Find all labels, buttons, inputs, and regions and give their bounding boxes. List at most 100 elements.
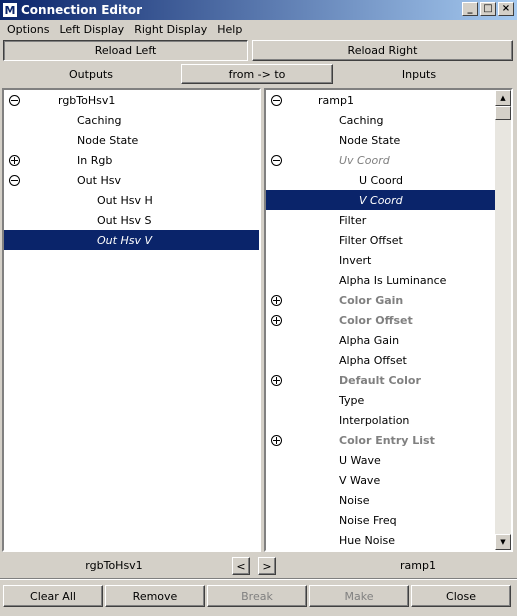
input-row[interactable]: Interpolation — [266, 410, 495, 430]
expand-icon[interactable] — [271, 374, 282, 386]
input-row[interactable]: U Coord — [266, 170, 495, 190]
collapse-icon[interactable] — [9, 174, 20, 186]
input-row[interactable]: U Wave — [266, 450, 495, 470]
output-row[interactable]: Out Hsv S — [4, 210, 259, 230]
input-row[interactable]: Default Color — [266, 370, 495, 390]
input-label: U Wave — [339, 453, 381, 467]
output-row[interactable]: In Rgb — [4, 150, 259, 170]
output-row[interactable]: Out Hsv H — [4, 190, 259, 210]
expand-icon[interactable] — [271, 314, 282, 326]
title-bar[interactable]: M Connection Editor _ □ × — [0, 0, 517, 20]
menu-options[interactable]: Options — [2, 23, 54, 36]
collapse-icon[interactable] — [9, 94, 20, 106]
input-row[interactable]: Alpha Offset — [266, 350, 495, 370]
right-node-name: ramp1 — [400, 558, 436, 572]
direction-button[interactable]: from -> to — [181, 64, 333, 84]
reload-right-button[interactable]: Reload Right — [252, 40, 513, 61]
input-label: Interpolation — [339, 413, 410, 427]
inputs-label: Inputs — [401, 67, 437, 81]
input-label: Invert — [339, 253, 372, 267]
input-label: Type — [339, 393, 365, 407]
output-row[interactable]: Out Hsv V — [4, 230, 259, 250]
output-row[interactable]: Out Hsv — [4, 170, 259, 190]
input-label: Noise Freq — [339, 513, 397, 527]
close-window-button[interactable]: × — [498, 2, 514, 16]
menu-right-display[interactable]: Right Display — [129, 23, 212, 36]
close-button[interactable]: Close — [411, 585, 511, 607]
maximize-button[interactable]: □ — [480, 2, 496, 16]
maya-icon: M — [3, 3, 17, 17]
input-label: Caching — [339, 113, 384, 127]
output-label: Caching — [77, 113, 122, 127]
collapse-icon[interactable] — [271, 94, 282, 106]
scroll-down-button[interactable]: ▼ — [495, 534, 511, 550]
output-label: Out Hsv H — [97, 193, 153, 207]
inputs-list[interactable]: ▲ ▼ ramp1 Caching Node State Uv Coord U Coor… — [264, 88, 513, 552]
input-row[interactable]: Noise — [266, 490, 495, 510]
input-row[interactable]: Caching — [266, 110, 495, 130]
inputs-scrollbar[interactable]: ▲ ▼ — [495, 90, 511, 550]
input-row[interactable]: Color Offset — [266, 310, 495, 330]
input-label: Filter Offset — [339, 233, 403, 247]
input-label: Hue Noise — [339, 533, 396, 547]
output-label: rgbToHsv1 — [58, 93, 116, 107]
clear-all-button[interactable]: Clear All — [3, 585, 103, 607]
output-label: Out Hsv V — [97, 233, 152, 247]
input-row[interactable]: V Coord — [266, 190, 495, 210]
output-row[interactable]: rgbToHsv1 — [4, 90, 259, 110]
input-row[interactable]: Type — [266, 390, 495, 410]
input-row[interactable]: V Wave — [266, 470, 495, 490]
outputs-label: Outputs — [69, 67, 113, 81]
input-row[interactable]: Filter — [266, 210, 495, 230]
reload-left-button[interactable]: Reload Left — [3, 40, 248, 61]
next-button[interactable]: > — [258, 557, 276, 575]
input-label: Noise — [339, 493, 370, 507]
input-label: V Coord — [359, 193, 403, 207]
input-label: Uv Coord — [339, 153, 390, 167]
input-row[interactable]: Node State — [266, 130, 495, 150]
input-row[interactable]: Uv Coord — [266, 150, 495, 170]
input-row[interactable]: Color Gain — [266, 290, 495, 310]
prev-button[interactable]: < — [232, 557, 250, 575]
input-row[interactable]: Alpha Is Luminance — [266, 270, 495, 290]
input-row[interactable]: Noise Freq — [266, 510, 495, 530]
input-label: Color Offset — [339, 313, 413, 327]
break-button[interactable]: Break — [207, 585, 307, 607]
input-label: Color Entry List — [339, 433, 435, 447]
input-label: Default Color — [339, 373, 421, 387]
input-label: Color Gain — [339, 293, 404, 307]
output-row[interactable]: Node State — [4, 130, 259, 150]
scroll-up-button[interactable]: ▲ — [495, 90, 511, 106]
window-title: Connection Editor — [21, 3, 143, 17]
make-button[interactable]: Make — [309, 585, 409, 607]
input-row[interactable]: Hue Noise — [266, 530, 495, 550]
output-label: Node State — [77, 133, 139, 147]
input-label: Node State — [339, 133, 401, 147]
input-row[interactable]: Alpha Gain — [266, 330, 495, 350]
output-label: Out Hsv S — [97, 213, 152, 227]
collapse-icon[interactable] — [271, 154, 282, 166]
input-row[interactable]: Color Entry List — [266, 430, 495, 450]
input-row[interactable]: Filter Offset — [266, 230, 495, 250]
expand-icon[interactable] — [9, 154, 20, 166]
input-row[interactable]: Invert — [266, 250, 495, 270]
footer-divider — [0, 578, 517, 580]
outputs-list[interactable]: rgbToHsv1 Caching Node State In Rgb Out Hsv O… — [2, 88, 261, 552]
input-label: Alpha Offset — [339, 353, 407, 367]
output-label: Out Hsv — [77, 173, 121, 187]
input-row[interactable]: ramp1 — [266, 90, 495, 110]
input-label: ramp1 — [318, 93, 354, 107]
left-node-name: rgbToHsv1 — [85, 558, 143, 572]
menu-help[interactable]: Help — [212, 23, 247, 36]
input-label: Alpha Is Luminance — [339, 273, 447, 287]
output-label: In Rgb — [77, 153, 113, 167]
expand-icon[interactable] — [271, 434, 282, 446]
input-label: U Coord — [359, 173, 403, 187]
minimize-button[interactable]: _ — [462, 2, 478, 16]
expand-icon[interactable] — [271, 294, 282, 306]
menu-left-display[interactable]: Left Display — [54, 23, 129, 36]
output-row[interactable]: Caching — [4, 110, 259, 130]
input-label: Alpha Gain — [339, 333, 400, 347]
remove-button[interactable]: Remove — [105, 585, 205, 607]
scroll-thumb[interactable] — [495, 106, 511, 120]
